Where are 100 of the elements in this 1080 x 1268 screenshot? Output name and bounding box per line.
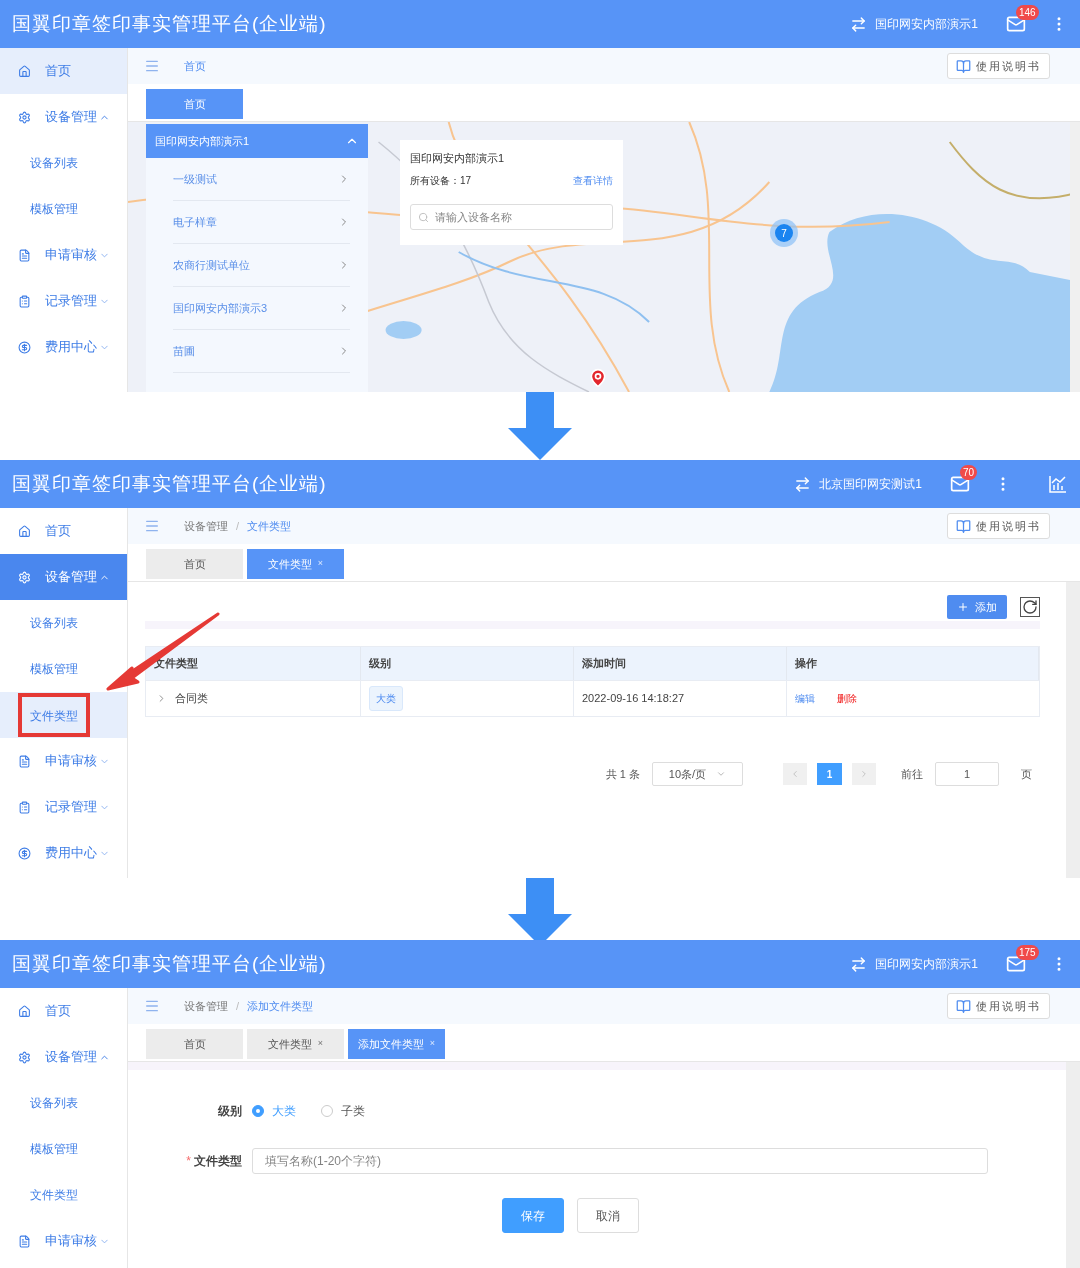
account-name[interactable]: 国印网安内部演示1 [875,15,978,33]
details-link[interactable]: 查看详情 [573,172,613,188]
chevron-left-icon [790,769,800,779]
radio-button[interactable] [321,1105,333,1117]
page-input[interactable]: 1 [935,762,999,786]
page-button[interactable]: 1 [817,763,842,785]
switch-icon[interactable] [850,15,868,33]
sidebar-subitem[interactable]: 设备列表 [18,1094,78,1112]
form-button[interactable]: 取消 [577,1198,639,1233]
sidebar-item[interactable]: 申请审核 [0,1218,127,1264]
mail-icon[interactable] [1006,14,1026,34]
account-name[interactable]: 国印网安内部演示1 [875,955,978,973]
chart-icon[interactable] [1048,474,1068,494]
sidebar-subitem[interactable]: 模板管理 [18,660,78,678]
switch-icon[interactable] [794,475,812,493]
tree-item[interactable]: 苗圃 [173,330,350,373]
radio-button[interactable] [252,1105,264,1117]
sidebar-item[interactable]: 设备管理 [0,554,127,600]
tab[interactable]: 首页 [146,89,243,119]
mail-icon[interactable] [950,474,970,494]
gear-icon [18,1050,31,1064]
page-size-select[interactable]: 10条/页 [652,762,743,786]
down-arrow [506,392,574,460]
sidebar-item[interactable]: 费用中心 [0,324,127,370]
action-link[interactable]: 删除 [837,691,857,706]
total-count: 共 1 条 [605,766,640,782]
sidebar-item[interactable]: 首页 [0,988,127,1034]
sidebar-item[interactable]: 记录管理 [0,784,127,830]
radio-label[interactable]: 大类 [272,1102,296,1120]
scrollbar[interactable] [1066,1062,1080,1268]
tree-item[interactable]: 电子样章 [173,201,350,244]
sidebar-subitem[interactable]: 模板管理 [18,1140,78,1158]
menu-icon[interactable] [144,518,160,534]
home-icon [18,1004,31,1018]
sidebar-item[interactable]: 申请审核 [0,738,127,784]
radio-label[interactable]: 子类 [341,1102,365,1120]
book-icon [956,58,971,74]
manual-button[interactable]: 使用说明书 [947,513,1050,539]
sidebar-item[interactable]: 设备管理 [0,94,127,140]
notification-badge: 175 [1016,945,1039,960]
sidebar-subitem[interactable]: 文件类型 [18,1186,78,1204]
account-name[interactable]: 北京国印网安测试1 [819,475,922,493]
form-button[interactable]: 保存 [502,1198,564,1233]
sidebar-item[interactable]: 首页 [0,48,127,94]
breadcrumb-item[interactable]: 设备管理 [184,997,228,1015]
map-pin-icon[interactable] [588,368,608,388]
sidebar-item[interactable]: 设备管理 [0,1034,127,1080]
plus-icon [957,601,969,613]
sidebar-item[interactable]: 首页 [0,508,127,554]
switch-icon[interactable] [850,955,868,973]
field-label: * 文件类型 [186,1153,242,1170]
breadcrumb-item[interactable]: 设备管理 [184,517,228,535]
column-header: 添加时间 [582,656,626,672]
input-field[interactable]: 填写名称(1-20个字符) [252,1148,988,1174]
home-icon [18,64,31,78]
sidebar-item[interactable]: 记录管理 [0,278,127,324]
tab[interactable]: 首页 [146,1029,243,1059]
tab[interactable]: 首页 [146,549,243,579]
field-label: 级别 [218,1103,242,1120]
breadcrumb-item[interactable]: 添加文件类型 [247,997,314,1015]
tree-item[interactable]: 一级测试 [173,158,350,201]
app-title: 国翼印章签印事实管理平台(企业端) [12,11,327,36]
coin-icon [18,846,31,860]
goto-label: 前往 [901,766,923,782]
clipboard-icon [18,800,31,814]
sidebar-subitem[interactable]: 设备列表 [18,614,78,632]
sidebar-item[interactable]: 费用中心 [0,830,127,876]
manual-button[interactable]: 使用说明书 [947,53,1050,79]
tree-header[interactable]: 国印网安内部演示1 [146,124,368,158]
refresh-icon[interactable] [1020,597,1040,617]
mail-icon[interactable] [1006,954,1026,974]
sidebar-subitem[interactable]: 模板管理 [18,200,78,218]
tree-item[interactable]: 国印网安内部演示3 [173,287,350,330]
menu-icon[interactable] [144,998,160,1014]
device-count: 所有设备：17 [410,173,472,188]
search-field[interactable]: 请输入设备名称 [410,203,613,230]
tab-close[interactable]: × [317,557,324,571]
menu-icon[interactable] [144,58,160,74]
sidebar-subitem[interactable]: 文件类型 [30,709,78,723]
tab[interactable]: 文件类型 × [247,549,344,579]
breadcrumb-item[interactable]: 首页 [184,57,206,75]
sidebar-subitem[interactable]: 设备列表 [18,154,78,172]
breadcrumb-item[interactable]: 文件类型 [247,517,292,535]
sidebar-item[interactable]: 申请审核 [0,232,127,278]
add-button[interactable]: 添加 [947,595,1007,619]
tab-close[interactable]: × [317,1037,324,1051]
level-tag: 大类 [369,686,403,711]
manual-button[interactable]: 使用说明书 [947,993,1050,1019]
app-title: 国翼印章签印事实管理平台(企业端) [12,951,327,976]
tab-close[interactable]: × [429,1037,436,1051]
document-icon [18,248,31,262]
scrollbar[interactable] [1070,122,1080,392]
tab[interactable]: 文件类型 × [247,1029,344,1059]
column-header: 操作 [795,656,817,672]
gear-icon [18,570,31,584]
tree-item[interactable]: 农商行测试单位 [173,244,350,287]
scrollbar[interactable] [1066,582,1080,878]
tab[interactable]: 添加文件类型 × [348,1029,445,1059]
action-link[interactable]: 编辑 [795,691,815,706]
home-icon [18,524,31,538]
